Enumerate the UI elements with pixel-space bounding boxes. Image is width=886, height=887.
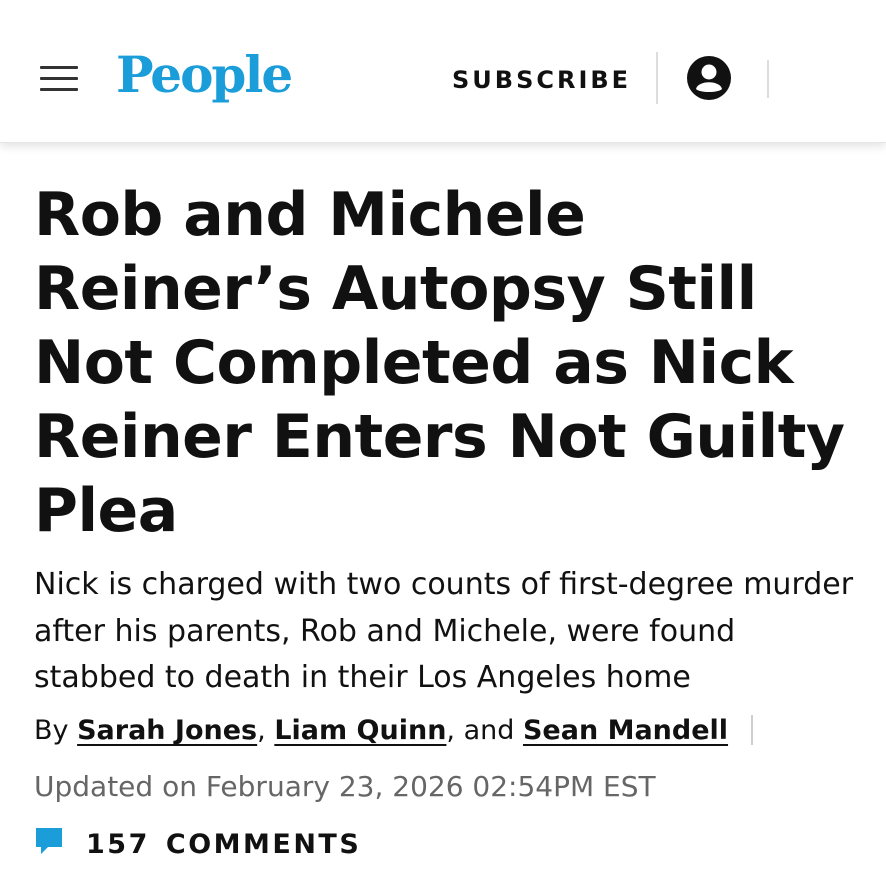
byline-prefix: By [34, 715, 69, 746]
subscribe-button[interactable]: SUBSCRIBE [452, 60, 631, 100]
comments-count: 157 [86, 829, 150, 860]
byline-separator: , and [446, 715, 515, 746]
people-logo[interactable]: People [116, 40, 293, 110]
author-link[interactable]: Liam Quinn [274, 715, 446, 746]
article-headline: Rob and Michele Reiner’s Autopsy Still N… [34, 180, 845, 546]
comments-word: COMMENTS [165, 829, 362, 860]
author-link[interactable]: Sean Mandell [523, 715, 728, 746]
updated-timestamp: Updated on February 23, 2026 02:54PM EST [34, 770, 656, 803]
comment-bubble-icon [36, 828, 62, 854]
comments-label: 157 COMMENTS [86, 822, 361, 868]
site-header: People SUBSCRIBE [0, 0, 886, 143]
byline: By Sarah Jones, Liam Quinn, and Sean Man… [34, 708, 753, 754]
header-divider [767, 60, 769, 98]
byline-separator: , [257, 715, 266, 746]
byline-divider [750, 715, 753, 745]
article-dek: Nick is charged with two counts of first… [34, 567, 854, 695]
header-divider [656, 52, 658, 104]
hamburger-menu-icon[interactable] [40, 66, 78, 94]
author-link[interactable]: Sarah Jones [77, 715, 257, 746]
account-icon[interactable] [687, 56, 731, 100]
